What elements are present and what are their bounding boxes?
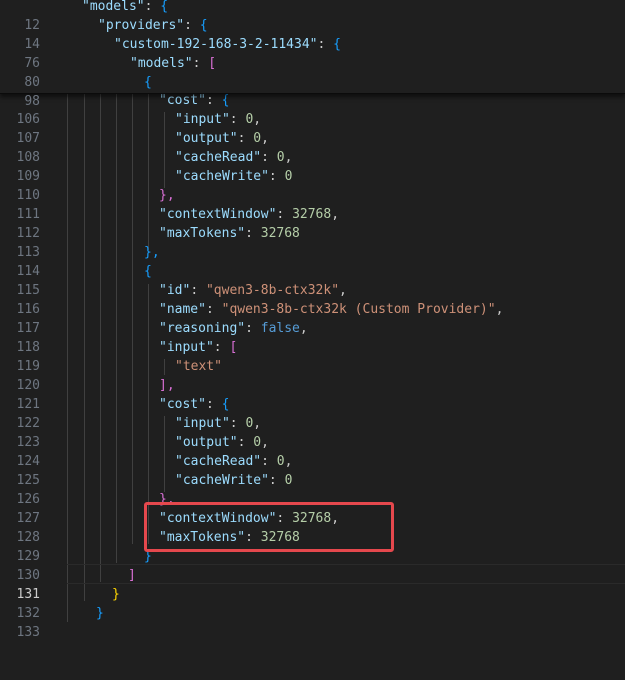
code-line[interactable]: 118 "reasoning": false, (0, 319, 625, 355)
json-key: "maxTokens": 32768 (159, 226, 300, 241)
json-key: "cost": { (159, 93, 230, 108)
sticky-line[interactable]: 12 "models": { (0, 0, 625, 33)
json-key: "contextWindow": 32768, (159, 207, 340, 222)
json-key: "cacheRead": 0, (175, 454, 293, 469)
code-line[interactable]: 121 ], (0, 376, 625, 412)
json-key: "cacheWrite": 0 (175, 473, 293, 488)
json-key: "custom-192-168-3-2-11434": { (114, 37, 341, 52)
code-line[interactable]: 107 "input": 0, (0, 110, 625, 146)
json-brace: }, (159, 188, 175, 203)
json-key: "output": 0, (175, 131, 269, 146)
code-line[interactable]: 125 "cacheRead": 0, (0, 452, 625, 488)
code-line[interactable]: 116 "id": "qwen3-8b-ctx32k", (0, 281, 625, 317)
json-key: "providers": { (98, 18, 208, 33)
json-key: "models": { (82, 0, 169, 14)
code-line[interactable]: 114 }, (0, 243, 625, 279)
sticky-line[interactable]: 14 "providers": { (0, 16, 625, 52)
sticky-scroll-header[interactable]: 12 "models": { 14 "providers": { 76 "cus… (0, 0, 625, 109)
json-bracket: ], (159, 378, 175, 393)
json-key: "id": "qwen3-8b-ctx32k", (159, 283, 347, 298)
json-brace: } (96, 606, 104, 621)
sticky-line[interactable]: 80 "models": [ (0, 54, 625, 90)
json-key: "reasoning": false, (159, 321, 308, 336)
code-line[interactable]: 110 "cacheWrite": 0 (0, 167, 625, 203)
json-key: "input": [ (159, 340, 238, 355)
json-brace: { (144, 264, 152, 279)
code-editor[interactable]: 12 "models": { 14 "providers": { 76 "cus… (0, 0, 625, 640)
code-line[interactable]: 123 "input": 0, (0, 414, 625, 450)
line-number: 133 (16, 625, 40, 640)
code-line[interactable]: 131 ] (0, 566, 625, 602)
code-line[interactable]: 120 "text" (0, 357, 625, 393)
json-brace: } (112, 587, 120, 602)
code-line[interactable]: 112 "contextWindow": 32768, (0, 205, 625, 241)
code-line[interactable]: 115 { (0, 262, 625, 298)
json-key: "name": "qwen3-8b-ctx32k (Custom Provide… (159, 302, 504, 317)
sticky-scroll-shadow (0, 93, 625, 94)
json-key: "input": 0, (175, 112, 262, 127)
json-key: "cacheRead": 0, (175, 150, 293, 165)
json-key: "models": [ (130, 56, 217, 71)
code-line[interactable]: 126 "cacheWrite": 0 (0, 471, 625, 507)
json-key: "cacheWrite": 0 (175, 169, 293, 184)
code-line[interactable]: 108 "output": 0, (0, 129, 625, 165)
json-string: "text" (175, 359, 222, 374)
json-key: "input": 0, (175, 416, 262, 431)
json-key: "output": 0, (175, 435, 269, 450)
code-line[interactable]: 119 "input": [ (0, 338, 625, 374)
annotation-highlight-box (144, 502, 394, 552)
json-brace: { (144, 75, 152, 90)
code-line[interactable]: 109 "cacheRead": 0, (0, 148, 625, 184)
code-line[interactable]: 122 "cost": { (0, 395, 625, 431)
code-line[interactable]: 133 } (0, 604, 625, 640)
sticky-line[interactable]: 76 "custom-192-168-3-2-11434": { (0, 35, 625, 71)
json-brace: }, (144, 245, 160, 260)
code-line[interactable]: 132 } (0, 585, 625, 621)
sticky-line[interactable]: 98 { (0, 73, 625, 109)
code-line[interactable]: 124 "output": 0, (0, 433, 625, 469)
json-bracket: ] (128, 568, 136, 583)
code-line[interactable]: 117 "name": "qwen3-8b-ctx32k (Custom Pro… (0, 300, 625, 336)
json-key: "cost": { (159, 397, 230, 412)
code-line[interactable]: 113 "maxTokens": 32768 (0, 224, 625, 260)
line-number: 98 (24, 94, 40, 109)
code-line[interactable]: 111 }, (0, 186, 625, 222)
